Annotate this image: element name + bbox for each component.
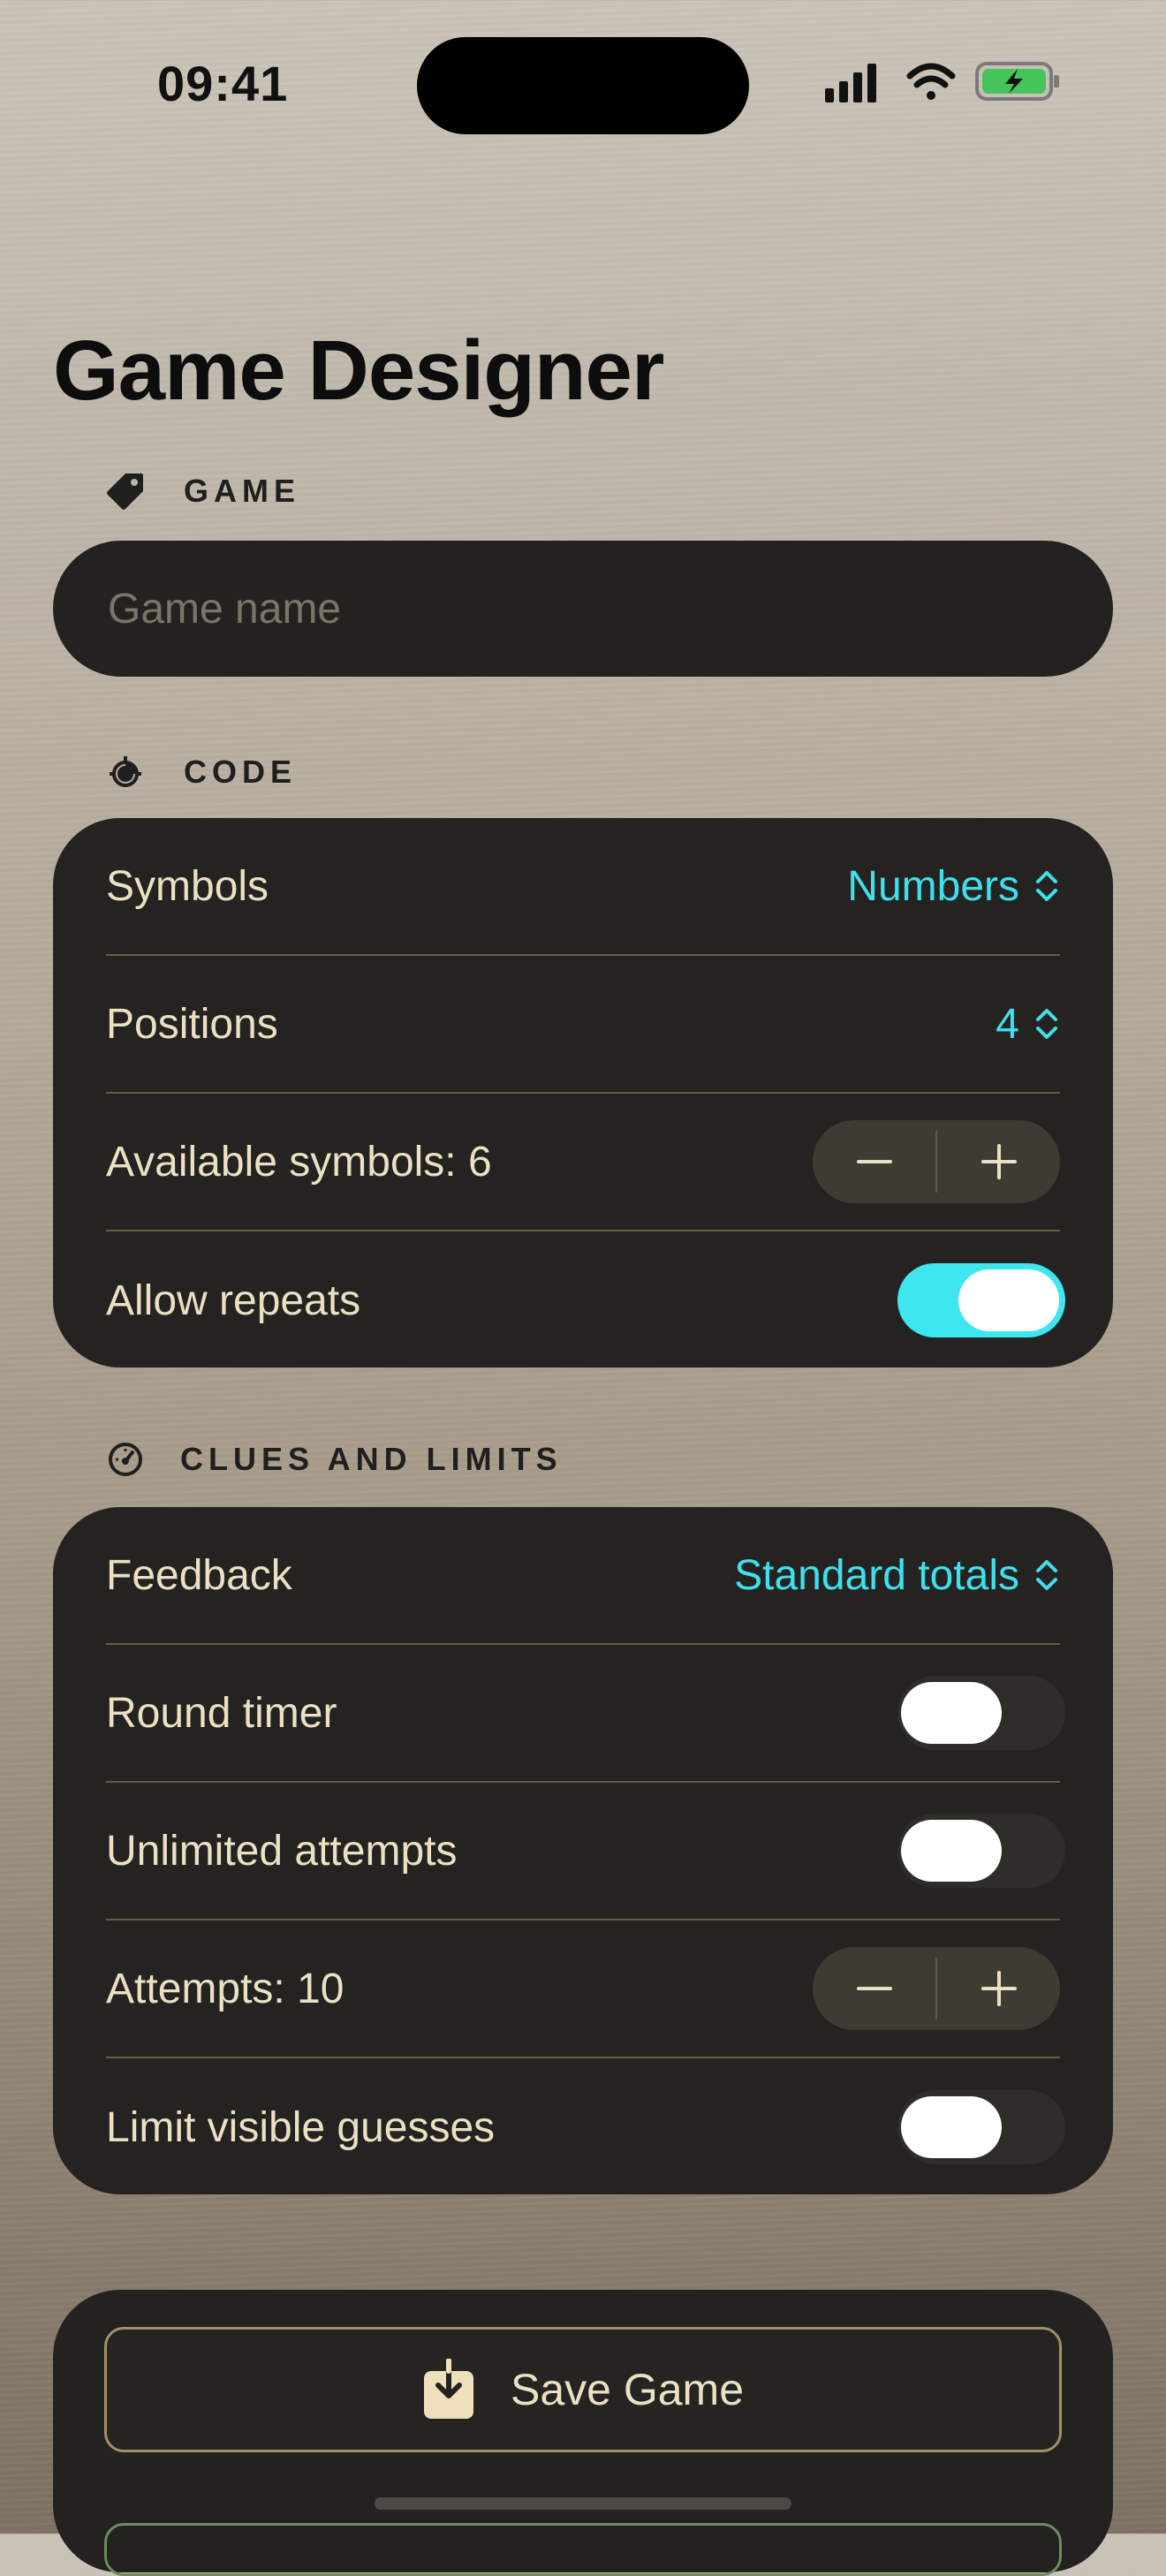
attempts-label: Attempts: 10 [106,1965,344,2012]
tag-icon [104,470,147,512]
positions-row[interactable]: Positions 4 [106,956,1060,1094]
round-timer-label: Round timer [106,1689,337,1737]
save-game-label: Save Game [510,2365,744,2414]
decrement-button[interactable] [813,1120,935,1203]
allow-repeats-toggle[interactable] [897,1263,1065,1337]
unlimited-attempts-label: Unlimited attempts [106,1827,458,1875]
attempts-row: Attempts: 10 [106,1921,1060,2058]
allow-repeats-label: Allow repeats [106,1277,361,1324]
symbols-picker[interactable]: Numbers [847,862,1060,911]
increment-button[interactable] [937,1120,1060,1203]
dynamic-island [417,37,749,134]
timer-icon [104,751,147,793]
status-time: 09:41 [157,56,289,111]
gauge-icon [104,1438,147,1481]
status-icons-svg [825,62,1059,102]
symbols-label: Symbols [106,862,269,910]
unlimited-attempts-row: Unlimited attempts [106,1783,1065,1921]
round-timer-toggle[interactable] [897,1676,1065,1750]
section-label-game: GAME [184,473,300,509]
unlimited-attempts-toggle[interactable] [897,1814,1065,1888]
save-game-button[interactable]: Save Game [104,2327,1062,2452]
code-settings-card: Symbols Numbers Positions 4 Available sy… [53,818,1113,1368]
toggle-knob [901,2096,1002,2158]
positions-picker[interactable]: 4 [996,1000,1060,1049]
round-timer-row: Round timer [106,1645,1065,1783]
available-symbols-label: Available symbols: 6 [106,1138,492,1186]
clues-limits-card: Feedback Standard totals Round timer Unl… [53,1507,1113,2194]
wifi-icon [906,63,956,100]
home-indicator[interactable] [375,2497,791,2510]
section-header-clues: CLUES AND LIMITS [104,1433,563,1486]
symbols-row[interactable]: Symbols Numbers [106,818,1060,956]
plus-icon [980,1144,1017,1179]
feedback-row[interactable]: Feedback Standard totals [106,1507,1060,1645]
game-name-input[interactable] [106,583,1060,634]
limit-visible-guesses-toggle[interactable] [897,2090,1065,2164]
page-title: Game Designer [53,323,664,418]
chevron-up-down-icon [1036,1009,1057,1039]
minus-icon [856,1987,892,1990]
signal-icon [825,64,876,102]
allow-repeats-row: Allow repeats [106,1231,1065,1369]
game-name-field[interactable] [53,541,1113,677]
section-header-game: GAME [104,465,300,518]
feedback-label: Feedback [106,1551,292,1599]
increment-button[interactable] [937,1947,1060,2030]
limit-visible-guesses-label: Limit visible guesses [106,2103,496,2151]
save-download-icon [423,2359,473,2419]
toggle-knob [958,1269,1059,1331]
positions-label: Positions [106,1000,278,1048]
status-icons [825,58,1064,106]
symbols-value: Numbers [847,862,1019,910]
feedback-value: Standard totals [734,1551,1019,1599]
available-symbols-stepper [813,1120,1060,1203]
feedback-picker[interactable]: Standard totals [734,1551,1060,1600]
decrement-button[interactable] [813,1947,935,2030]
section-label-clues: CLUES AND LIMITS [180,1441,563,1477]
attempts-stepper [813,1947,1060,2030]
available-symbols-row: Available symbols: 6 [106,1094,1060,1231]
positions-value: 4 [996,1000,1019,1048]
minus-icon [856,1160,892,1163]
plus-icon [980,1971,1017,2006]
actions-card: Save Game [53,2290,1113,2576]
toggle-knob [901,1820,1002,1882]
battery-icon [975,62,1059,101]
chevron-up-down-icon [1036,1560,1057,1590]
section-label-code: CODE [184,754,298,790]
toggle-knob [901,1682,1002,1744]
chevron-up-down-icon [1036,871,1057,901]
limit-visible-guesses-row: Limit visible guesses [106,2058,1065,2196]
section-header-code: CODE [104,746,297,799]
secondary-button[interactable] [104,2523,1062,2576]
